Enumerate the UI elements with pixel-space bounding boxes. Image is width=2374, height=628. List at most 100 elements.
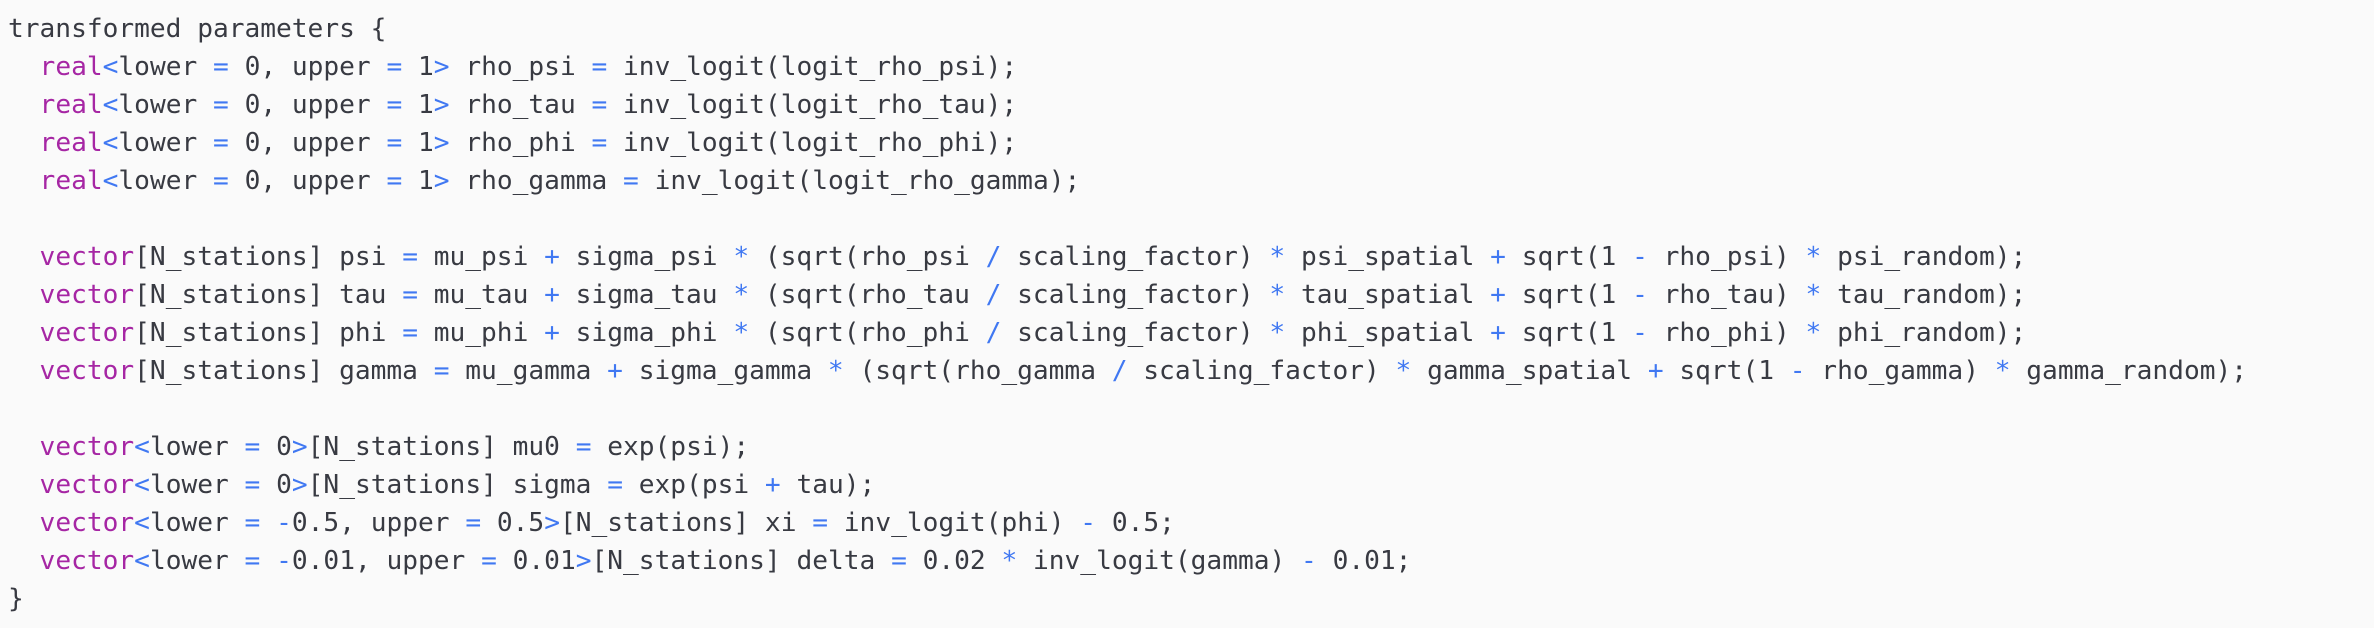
code-token: rho_tau (449, 90, 592, 120)
operator-token: / (985, 280, 1002, 310)
operator-token: = (244, 546, 261, 576)
code-token: inv_logit(logit_rho_phi); (607, 128, 1018, 158)
code-token: lower (118, 90, 214, 120)
operator-token: * (1269, 318, 1286, 348)
operator-token: = (575, 432, 592, 462)
operator-token: = (386, 166, 403, 196)
code-line: vector[N_stations] tau = mu_tau + sigma_… (8, 276, 2027, 314)
operator-token: * (1994, 356, 2011, 386)
type-keyword: vector (39, 432, 135, 462)
code-token: scaling_factor) (1001, 242, 1270, 272)
code-token: (sqrt(rho_phi (749, 318, 986, 348)
code-line: } (8, 580, 24, 618)
operator-token: * (733, 280, 750, 310)
code-token: rho_gamma) (1805, 356, 1995, 386)
operator-token: = (481, 546, 497, 576)
operator-token: = (402, 280, 418, 310)
type-keyword: real (39, 166, 103, 196)
code-token: sqrt(1 (1663, 356, 1790, 386)
operator-token: = (607, 470, 623, 500)
code-line: vector[N_stations] phi = mu_phi + sigma_… (8, 314, 2027, 352)
code-token: rho_gamma (449, 166, 624, 196)
code-token: rho_psi (449, 52, 592, 82)
operator-token: = (213, 90, 229, 120)
code-token: scaling_factor) (1127, 356, 1396, 386)
code-token: lower (149, 470, 245, 500)
code-token: phi_random); (1821, 318, 2027, 348)
code-token: transformed parameters { (8, 14, 387, 44)
code-token: gamma_random); (2010, 356, 2248, 386)
operator-token: > (291, 470, 308, 500)
code-token: gamma_spatial (1411, 356, 1648, 386)
operator-token: + (1490, 280, 1506, 310)
code-token: 0.01, upper (291, 546, 482, 576)
code-token: 1 (402, 52, 434, 82)
code-token: } (8, 584, 24, 614)
code-token: [N_stations] mu0 (307, 432, 576, 462)
code-token: 1 (402, 166, 434, 196)
code-token: lower (149, 546, 245, 576)
code-token: tau_random); (1821, 280, 2027, 310)
operator-token: < (134, 508, 150, 538)
code-token: 0, upper (228, 90, 387, 120)
operator-token: - (1632, 318, 1648, 348)
operator-token: < (134, 432, 150, 462)
operator-token: + (544, 242, 560, 272)
type-keyword: vector (39, 470, 135, 500)
code-token: mu_tau (417, 280, 545, 310)
code-line: vector<lower = 0>[N_stations] sigma = ex… (8, 466, 876, 504)
operator-token: < (102, 90, 119, 120)
operator-token: + (1647, 356, 1664, 386)
operator-token: = (402, 318, 418, 348)
code-token: [N_stations] sigma (307, 470, 608, 500)
operator-token: < (134, 546, 150, 576)
type-keyword: vector (39, 356, 135, 386)
operator-token: * (1395, 356, 1412, 386)
code-token: 0.5; (1096, 508, 1175, 538)
code-line: vector[N_stations] psi = mu_psi + sigma_… (8, 238, 2027, 276)
code-line: transformed parameters { (8, 10, 386, 48)
code-token: [N_stations] xi (559, 508, 813, 538)
code-line: real<lower = 0, upper = 1> rho_tau = inv… (8, 86, 1018, 124)
operator-token: < (102, 166, 119, 196)
code-token: mu_psi (417, 242, 545, 272)
code-token: rho_tau) (1647, 280, 1806, 310)
operator-token: = (402, 242, 418, 272)
type-keyword: real (39, 90, 103, 120)
operator-token: > (433, 52, 450, 82)
code-token: (sqrt(rho_psi (749, 242, 986, 272)
operator-token: - (1789, 356, 1806, 386)
code-token: 0 (260, 470, 292, 500)
code-token: 1 (402, 90, 434, 120)
operator-token: < (102, 128, 119, 158)
operator-token: / (985, 318, 1002, 348)
code-token: [N_stations] delta (591, 546, 892, 576)
code-token: inv_logit(logit_rho_gamma); (638, 166, 1081, 196)
code-token: inv_logit(logit_rho_psi); (607, 52, 1018, 82)
operator-token: + (1490, 242, 1506, 272)
code-token: 1 (402, 128, 434, 158)
code-token: lower (118, 128, 214, 158)
code-token: sigma_tau (559, 280, 734, 310)
type-keyword: vector (39, 318, 135, 348)
operator-token: * (827, 356, 844, 386)
type-keyword: real (39, 52, 103, 82)
code-token: [N_stations] phi (134, 318, 403, 348)
operator-token: = (591, 90, 608, 120)
code-token: mu_phi (417, 318, 545, 348)
operator-token: = (591, 52, 608, 82)
operator-token: + (1490, 318, 1506, 348)
code-line: vector<lower = -0.01, upper = 0.01>[N_st… (8, 542, 1412, 580)
operator-token: - (1632, 242, 1648, 272)
operator-token: = (623, 166, 639, 196)
code-line: real<lower = 0, upper = 1> rho_gamma = i… (8, 162, 1081, 200)
code-line: vector<lower = 0>[N_stations] mu0 = exp(… (8, 428, 750, 466)
